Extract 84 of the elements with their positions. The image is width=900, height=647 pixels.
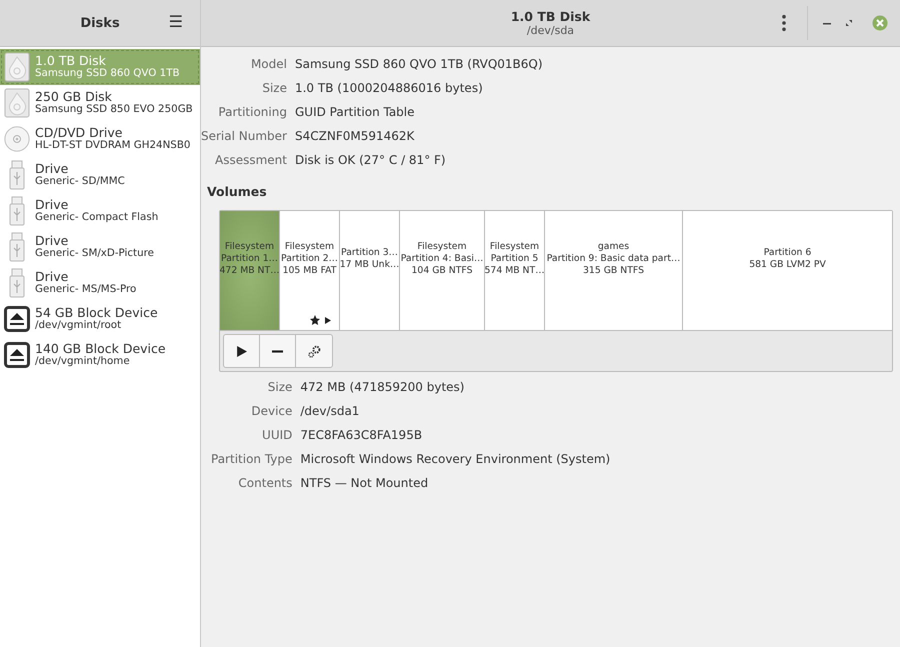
partition-segment[interactable]: Filesystem Partition 4: Basi… 104 GB NTFS <box>400 211 485 330</box>
drive-list-item[interactable]: 54 GB Block Device /dev/vgmint/root <box>0 301 200 337</box>
field-label: Partition Type <box>211 451 292 468</box>
more-options-icon[interactable] <box>781 14 787 32</box>
partition-segment[interactable]: Filesystem Partition 5 574 MB NT… <box>485 211 545 330</box>
field-label: Contents <box>237 475 292 492</box>
partition-label: Partition 5 <box>490 252 538 264</box>
field-label: Assessment <box>214 152 287 169</box>
optical-disc-icon <box>4 124 30 154</box>
partition-segment[interactable]: games Partition 9: Basic data part… 315 GB NTFS <box>545 211 683 330</box>
field-label: Partitioning <box>217 104 287 121</box>
drive-name: 250 GB Disk <box>35 90 113 104</box>
drive-model: Generic- SM/xD-Picture <box>35 248 154 260</box>
drive-list-item[interactable]: 140 GB Block Device /dev/vgmint/home <box>0 337 200 373</box>
partition-label: Filesystem <box>284 240 334 252</box>
drive-model: Generic- SD/MMC <box>35 176 125 188</box>
partition-label: Filesystem <box>417 240 467 252</box>
section-heading: Volumes <box>207 184 268 199</box>
field-value: 1.0 TB (1000204886016 bytes) <box>294 80 484 97</box>
partition-label: Partition 1… <box>221 252 278 264</box>
partition-segment[interactable]: Filesystem Partition 1… 472 MB NT… <box>220 211 280 330</box>
field-label: UUID <box>261 427 292 444</box>
partition-label: games <box>598 240 630 252</box>
drive-name: CD/DVD Drive <box>35 126 124 140</box>
partition-label: Partition 2… <box>281 252 338 264</box>
eject-icon <box>4 340 30 370</box>
field-value: 7EC8FA63C8FA195B <box>300 427 424 444</box>
field-value: Samsung SSD 860 QVO 1TB (RVQ01B6Q) <box>294 56 543 73</box>
partition-label: 17 MB Unk… <box>340 258 399 270</box>
drive-list-item[interactable]: Drive Generic- SM/xD-Picture <box>0 229 200 265</box>
drive-model: Samsung SSD 850 EVO 250GB <box>35 104 193 116</box>
field-value: /dev/sda1 <box>300 403 360 420</box>
partition-label: Partition 4: Basi… <box>400 252 484 264</box>
window-subtitle: /dev/sda <box>526 24 574 37</box>
field-value: 472 MB (471859200 bytes) <box>300 379 466 396</box>
drive-list-item[interactable]: Drive Generic- Compact Flash <box>0 193 200 229</box>
drive-list-item[interactable]: CD/DVD Drive HL-DT-ST DVDRAM GH24NSB0 <box>0 121 200 157</box>
field-value: NTFS — Not Mounted <box>300 475 430 492</box>
drive-model: Samsung SSD 860 QVO 1TB <box>35 68 180 80</box>
drive-list-item[interactable]: Drive Generic- SD/MMC <box>0 157 200 193</box>
gears-icon <box>306 344 322 358</box>
field-value: GUID Partition Table <box>294 104 416 121</box>
drive-list-item[interactable]: 250 GB Disk Samsung SSD 850 EVO 250GB <box>0 85 200 121</box>
partition-label: 315 GB NTFS <box>583 264 644 276</box>
drive-list-item[interactable]: Drive Generic- MS/MS-Pro <box>0 265 200 301</box>
play-icon <box>236 346 247 356</box>
partition-label: Partition 9: Basic data part… <box>546 252 680 264</box>
field-label: Device <box>250 403 292 420</box>
field-label: Model <box>250 56 287 73</box>
drive-model: /dev/vgmint/root <box>35 320 122 332</box>
drive-name: Drive <box>35 162 70 176</box>
partition-label: Partition 3… <box>341 246 398 258</box>
drive-name: 140 GB Block Device <box>35 342 166 356</box>
field-value: Disk is OK (27° C / 81° F) <box>294 152 447 169</box>
partition-label: Filesystem <box>490 240 540 252</box>
menu-button[interactable]: ☰ <box>166 12 186 31</box>
field-value: Microsoft Windows Recovery Environment (System) <box>300 451 610 468</box>
partition-segment[interactable]: Filesystem Partition 2… 105 MB FAT <box>280 211 340 330</box>
drive-name: Drive <box>35 270 70 284</box>
field-label: Serial Number <box>201 128 287 145</box>
drive-name: 1.0 TB Disk <box>35 54 107 68</box>
partition-label: 105 MB FAT <box>282 264 336 276</box>
partition-segment[interactable]: Partition 3… 17 MB Unk… <box>340 211 400 330</box>
field-label: Size <box>266 379 292 396</box>
partition-label: 104 GB NTFS <box>412 264 472 276</box>
drive-model: Generic- MS/MS-Pro <box>35 284 136 296</box>
drive-model: HL-DT-ST DVDRAM GH24NSB0 <box>35 140 190 152</box>
window-title: 1.0 TB Disk <box>510 9 590 24</box>
drive-name: 54 GB Block Device <box>35 306 158 320</box>
field-value: S4CZNF0M591462K <box>294 128 416 145</box>
partition-label: Filesystem <box>224 240 274 252</box>
drive-model: /dev/vgmint/home <box>35 356 131 368</box>
partition-label: 581 GB LVM2 PV <box>749 258 826 270</box>
field-label: Size <box>261 80 287 97</box>
drive-name: Drive <box>35 198 70 212</box>
sidebar-title: Disks <box>80 16 120 30</box>
partition-segment[interactable]: Partition 6 581 GB LVM2 PV <box>683 211 892 330</box>
partition-label: 472 MB NT… <box>220 264 279 276</box>
maximize-icon[interactable] <box>844 18 854 28</box>
drive-name: Drive <box>35 234 70 248</box>
eject-icon <box>4 304 30 334</box>
drive-model: Generic- Compact Flash <box>35 212 158 224</box>
partition-label: Partition 6 <box>764 246 812 258</box>
partition-label: 574 MB NT… <box>485 264 544 276</box>
